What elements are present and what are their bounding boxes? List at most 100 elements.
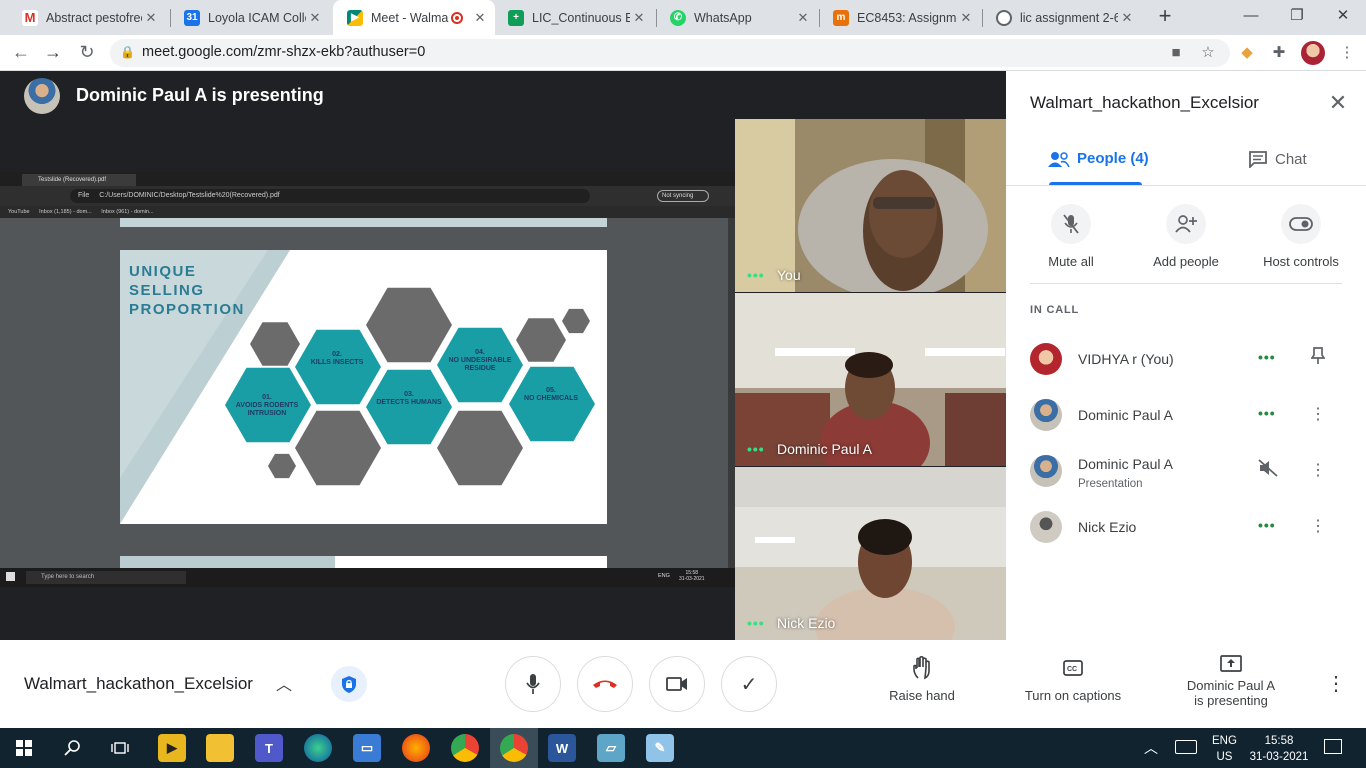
search-icon[interactable] bbox=[58, 734, 86, 762]
hex-number: 01. bbox=[262, 394, 272, 401]
participant-tile-nick[interactable]: ••• Nick Ezio bbox=[735, 467, 1006, 640]
notification-icon[interactable] bbox=[1324, 739, 1342, 754]
close-icon[interactable]: ✕ bbox=[1326, 90, 1350, 116]
more-options-icon[interactable]: ⋮ bbox=[1326, 670, 1346, 698]
slide-title-line: PROPORTION bbox=[129, 301, 245, 318]
presenting-button[interactable]: Dominic Paul A is presenting bbox=[1176, 654, 1286, 708]
profile-avatar[interactable] bbox=[1301, 41, 1325, 65]
chevron-up-icon[interactable]: ︿ bbox=[276, 671, 292, 695]
back-icon[interactable]: ← bbox=[6, 35, 36, 70]
participant-name: VIDHYA r (You) bbox=[1078, 351, 1174, 367]
new-tab-button[interactable]: + bbox=[1150, 2, 1180, 32]
slide-title-line: SELLING bbox=[129, 282, 205, 299]
mute-all-button[interactable]: Mute all bbox=[1011, 204, 1131, 269]
puzzle-extensions-icon[interactable]: ✚ bbox=[1266, 40, 1292, 66]
lock-icon[interactable]: 🔒 bbox=[120, 45, 135, 59]
tab-chat[interactable]: Chat bbox=[1248, 150, 1307, 168]
close-tab-icon[interactable]: ✕ bbox=[794, 10, 812, 26]
close-tab-icon[interactable]: ✕ bbox=[1118, 10, 1136, 26]
paint-icon[interactable]: ✎ bbox=[646, 734, 674, 762]
host-controls-button[interactable]: Host controls bbox=[1241, 204, 1361, 269]
checkmark-button[interactable]: ✓ bbox=[721, 656, 777, 712]
browser-tab-lic[interactable]: lic assignment 2-6 ✕ bbox=[982, 0, 1142, 35]
browser-tab-moodle[interactable]: m EC8453: Assignme ✕ bbox=[819, 0, 981, 35]
participant-tile-you[interactable]: ••• You bbox=[735, 119, 1006, 292]
reload-icon[interactable]: ↻ bbox=[72, 35, 102, 70]
participant-row[interactable]: Nick Ezio ••• ⋮ bbox=[1030, 507, 1350, 547]
browser-menu-icon[interactable]: ⋮ bbox=[1334, 40, 1360, 66]
shared-screen[interactable]: Testslide (Recovered).pdf File C:/Users/… bbox=[0, 172, 735, 587]
notes-icon[interactable]: ▱ bbox=[597, 734, 625, 762]
shared-sync-badge: Not syncing bbox=[657, 190, 709, 202]
edge-icon[interactable] bbox=[304, 734, 332, 762]
media-player-icon[interactable]: ▶ bbox=[158, 734, 186, 762]
end-call-button[interactable] bbox=[577, 656, 633, 712]
minimize-icon[interactable]: — bbox=[1228, 0, 1274, 32]
raise-hand-button[interactable]: Raise hand bbox=[880, 654, 964, 703]
add-people-button[interactable]: Add people bbox=[1126, 204, 1246, 269]
moodle-icon: m bbox=[833, 9, 849, 26]
maximize-icon[interactable]: ❐ bbox=[1274, 0, 1320, 32]
chrome-meet-icon[interactable] bbox=[500, 734, 528, 762]
shared-next-page-band bbox=[120, 556, 335, 568]
participant-row[interactable]: Dominic Paul A Presentation ⋮ bbox=[1030, 451, 1350, 491]
meet-icon: ▶ bbox=[347, 9, 363, 26]
browser-tab-calendar[interactable]: 31 Loyola ICAM Colle ✕ bbox=[170, 0, 330, 35]
meeting-name[interactable]: Walmart_hackathon_Excelsior bbox=[24, 674, 253, 694]
pin-icon[interactable] bbox=[1310, 347, 1326, 373]
participant-row[interactable]: Dominic Paul A ••• ⋮ bbox=[1030, 395, 1350, 435]
slide-hexagon-grey bbox=[268, 453, 296, 479]
windows-start-icon[interactable] bbox=[10, 734, 38, 762]
more-options-icon[interactable]: ⋮ bbox=[1310, 459, 1326, 483]
avatar bbox=[1030, 511, 1062, 543]
bookmark-star-icon[interactable]: ☆ bbox=[1195, 40, 1221, 66]
gmail-icon: M bbox=[22, 9, 38, 26]
url-text[interactable]: meet.google.com/zmr-shzx-ekb?authuser=0 bbox=[142, 44, 425, 60]
task-view-icon[interactable] bbox=[106, 734, 134, 762]
panel-divider bbox=[1030, 283, 1342, 284]
camera-button[interactable] bbox=[649, 656, 705, 712]
host-shield-button[interactable] bbox=[331, 666, 367, 702]
app-icon[interactable]: ▭ bbox=[353, 734, 381, 762]
tab-people[interactable]: People (4) bbox=[1048, 150, 1149, 167]
chrome-icon[interactable] bbox=[451, 734, 479, 762]
teams-icon[interactable]: T bbox=[255, 734, 283, 762]
browser-tab-whatsapp[interactable]: ✆ WhatsApp ✕ bbox=[656, 0, 818, 35]
shared-bookmark: Inbox (961) - domin... bbox=[101, 209, 154, 215]
browser-tab-meet[interactable]: ▶ Meet - Walma ✕ bbox=[333, 0, 495, 35]
firefox-icon[interactable] bbox=[402, 734, 430, 762]
camera-indicator-icon[interactable]: ■ bbox=[1163, 40, 1189, 66]
participant-tile-dominic[interactable]: ••• Dominic Paul A bbox=[735, 293, 1006, 466]
sheets-icon: + bbox=[508, 9, 524, 26]
close-tab-icon[interactable]: ✕ bbox=[142, 10, 160, 26]
browser-tab-sheets[interactable]: + LIC_Continuous Ev ✕ bbox=[494, 0, 654, 35]
participant-row[interactable]: VIDHYA r (You) ••• bbox=[1030, 339, 1350, 379]
present-screen-icon bbox=[1176, 654, 1286, 674]
close-tab-icon[interactable]: ✕ bbox=[630, 10, 648, 26]
close-tab-icon[interactable]: ✕ bbox=[471, 10, 489, 26]
shared-windows-icon bbox=[6, 572, 15, 581]
browser-tab-gmail[interactable]: M Abstract pestofree ✕ bbox=[8, 0, 166, 35]
captions-label: Turn on captions bbox=[1024, 688, 1122, 703]
hex-number: 03. bbox=[404, 391, 414, 398]
shield-lock-icon bbox=[342, 675, 356, 693]
file-explorer-icon[interactable] bbox=[206, 734, 234, 762]
captions-button[interactable]: CC Turn on captions bbox=[1016, 654, 1130, 703]
mic-button[interactable] bbox=[505, 656, 561, 712]
more-options-icon[interactable]: ⋮ bbox=[1310, 515, 1326, 539]
tab-chat-label: Chat bbox=[1275, 150, 1307, 168]
extension-icon[interactable]: ◆ bbox=[1234, 40, 1260, 66]
close-tab-icon[interactable]: ✕ bbox=[957, 10, 975, 26]
shared-bookmark: YouTube bbox=[8, 209, 30, 215]
keyboard-icon[interactable] bbox=[1175, 740, 1197, 754]
mic-off-icon bbox=[1051, 204, 1091, 244]
more-options-icon[interactable]: ⋮ bbox=[1310, 403, 1326, 427]
close-tab-icon[interactable]: ✕ bbox=[306, 10, 324, 26]
slide-hexagon-grey bbox=[250, 322, 300, 366]
tray-lang: ENG bbox=[1212, 735, 1237, 747]
word-icon[interactable]: W bbox=[548, 734, 576, 762]
video-feed bbox=[735, 119, 1006, 292]
forward-icon[interactable]: → bbox=[38, 35, 68, 70]
close-window-icon[interactable]: ✕ bbox=[1320, 0, 1366, 32]
chevron-up-icon[interactable]: ︿ bbox=[1144, 738, 1158, 758]
